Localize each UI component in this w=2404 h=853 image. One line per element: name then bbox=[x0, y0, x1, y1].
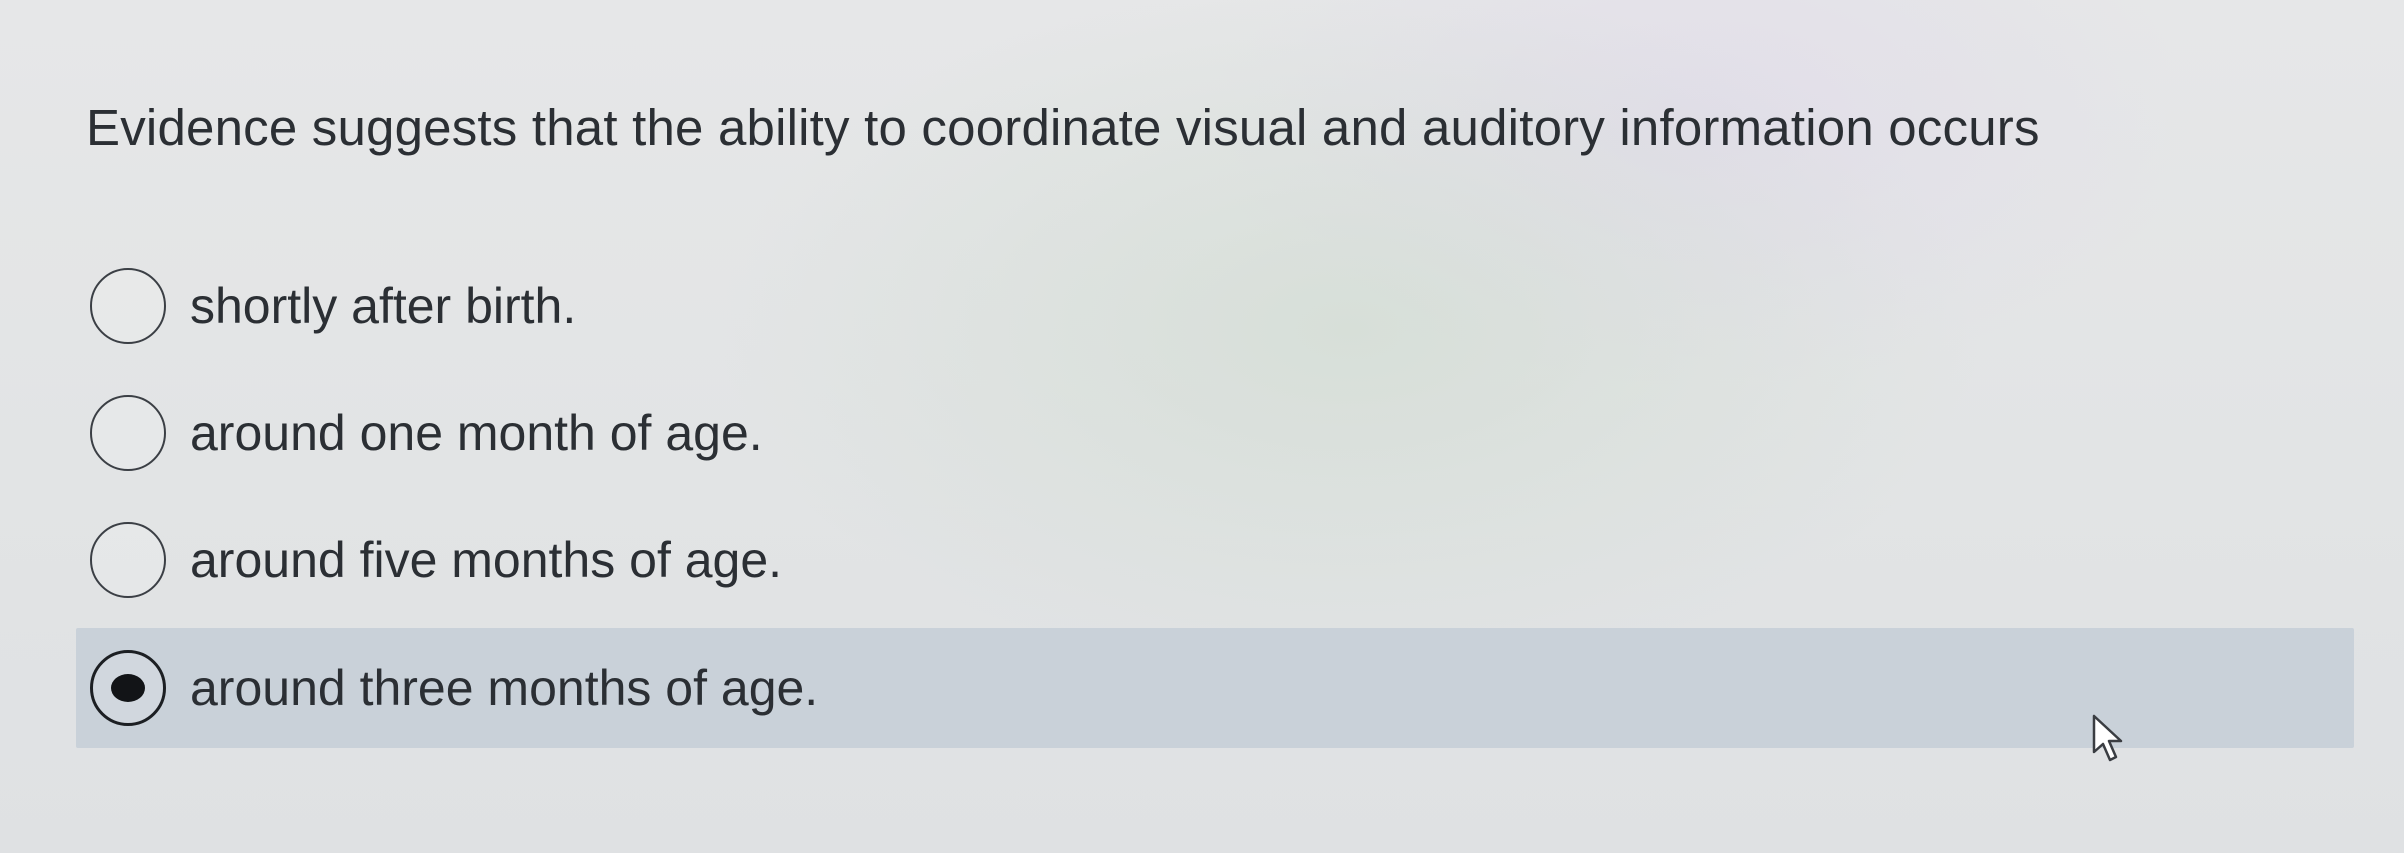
option-label: shortly after birth. bbox=[190, 278, 577, 334]
radio-selected-dot bbox=[111, 674, 145, 702]
option-label: around five months of age. bbox=[190, 532, 783, 588]
option-one-month[interactable]: around one month of age. bbox=[76, 373, 1556, 493]
option-label: around one month of age. bbox=[190, 405, 763, 461]
question-panel: Evidence suggests that the ability to co… bbox=[0, 0, 2404, 853]
option-shortly-after-birth[interactable]: shortly after birth. bbox=[76, 246, 1556, 366]
option-three-months[interactable]: around three months of age. bbox=[76, 628, 2354, 748]
radio-button[interactable] bbox=[90, 395, 166, 471]
radio-button-selected[interactable] bbox=[90, 650, 166, 726]
mouse-pointer-icon bbox=[2092, 714, 2123, 762]
option-label: around three months of age. bbox=[190, 660, 819, 716]
radio-button[interactable] bbox=[90, 268, 166, 344]
answer-options: shortly after birth. around one month of… bbox=[0, 0, 2404, 853]
option-five-months[interactable]: around five months of age. bbox=[76, 500, 1556, 620]
radio-button[interactable] bbox=[90, 522, 166, 598]
